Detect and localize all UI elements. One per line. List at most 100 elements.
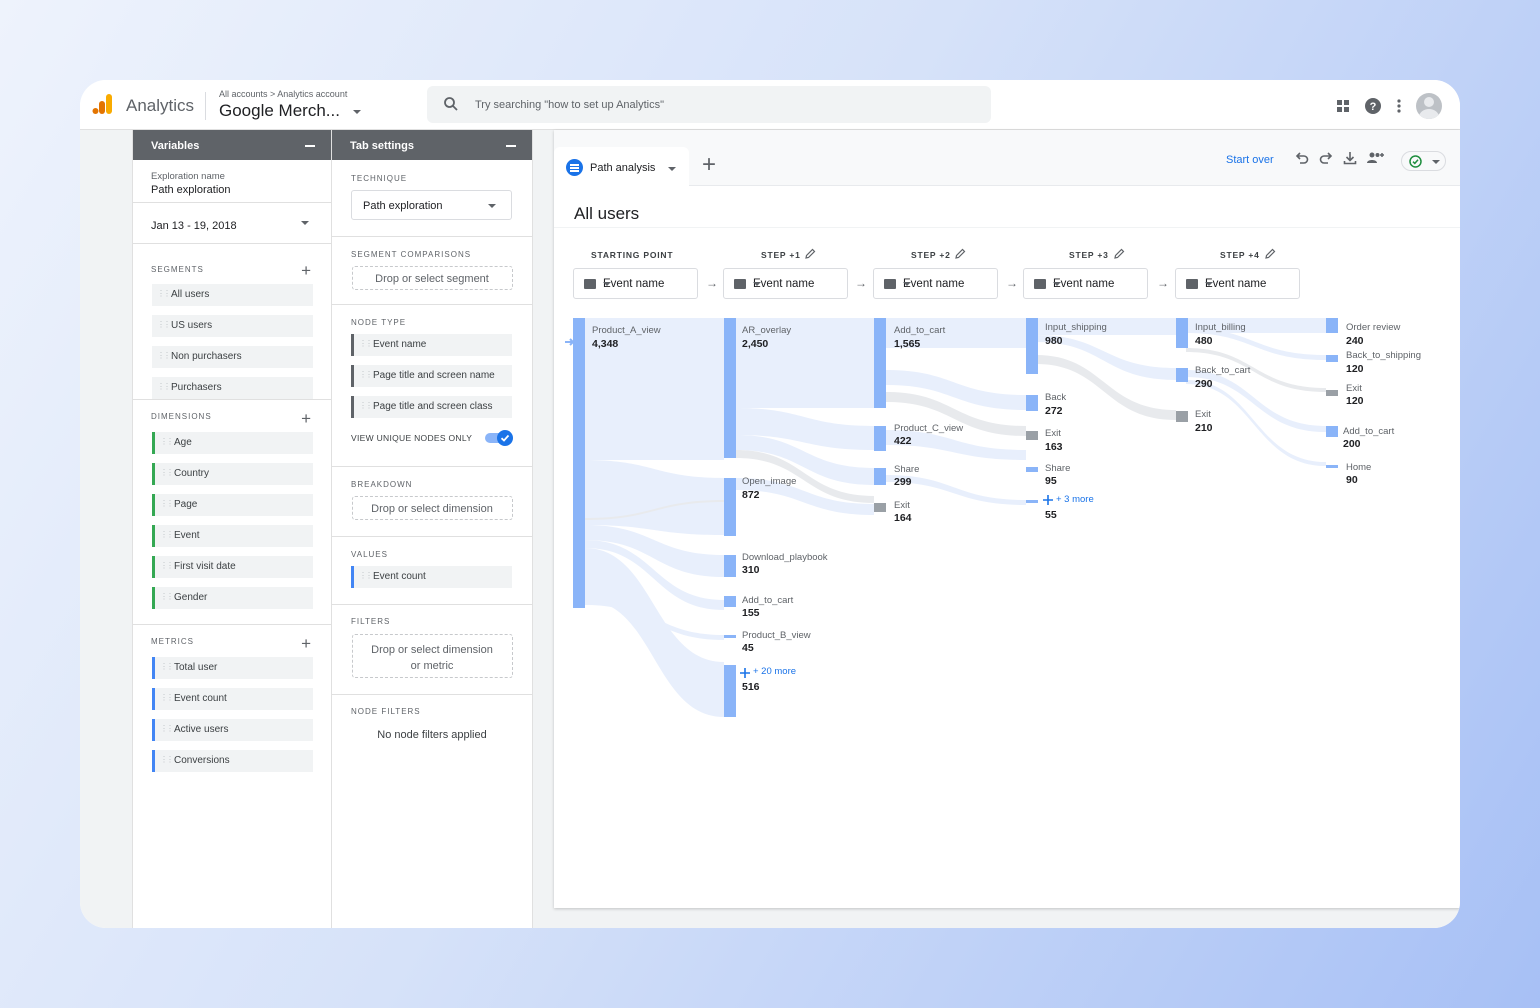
segment-chip[interactable]: All users xyxy=(152,284,313,306)
node-value: 155 xyxy=(742,607,760,619)
plus-icon xyxy=(740,668,750,678)
node-bar xyxy=(1026,318,1038,374)
filters-drop-zone[interactable]: Drop or select dimension or metric xyxy=(351,634,513,678)
node-value: 480 xyxy=(1195,335,1213,347)
metrics-section: METRICS + Total user Event count Active … xyxy=(133,625,331,772)
search-placeholder: Try searching "how to set up Analytics" xyxy=(475,99,664,111)
metric-chip[interactable]: Active users xyxy=(152,719,313,741)
segment-chip[interactable]: Purchasers xyxy=(152,377,313,399)
property-selector[interactable]: Google Merch... xyxy=(219,101,361,121)
segment-chip[interactable]: US users xyxy=(152,315,313,337)
dimension-chip[interactable]: Age xyxy=(152,432,313,454)
dimension-chip[interactable]: Country xyxy=(152,463,313,485)
unique-nodes-toggle[interactable] xyxy=(485,430,513,446)
node-bar xyxy=(874,503,886,512)
metric-chip[interactable]: Event count xyxy=(152,688,313,710)
node-bar xyxy=(1026,500,1038,503)
metric-chip[interactable]: Conversions xyxy=(152,750,313,772)
node-label: Add_to_cart xyxy=(742,595,794,606)
tab-settings-title: Tab settings xyxy=(350,140,414,152)
exploration-name-section: Exploration name Path exploration xyxy=(133,160,331,203)
path-diagram xyxy=(565,318,1338,717)
node-value: 120 xyxy=(1346,395,1364,407)
svg-text:?: ? xyxy=(1370,101,1377,113)
node-filters-text: No node filters applied xyxy=(377,729,487,741)
breakdown-title: BREAKDOWN xyxy=(351,480,413,489)
minimize-icon[interactable] xyxy=(506,145,516,147)
variables-panel: Variables Exploration name Path explorat… xyxy=(132,130,332,928)
node-bar xyxy=(1326,426,1338,437)
dimension-chip[interactable]: Gender xyxy=(152,587,313,609)
node-bar xyxy=(724,635,736,638)
avatar[interactable] xyxy=(1416,93,1442,119)
node-value: 164 xyxy=(894,512,912,524)
variables-header: Variables xyxy=(133,130,331,160)
date-range-picker[interactable]: Jan 13 - 19, 2018 xyxy=(133,203,331,244)
search-bar[interactable]: Try searching "how to set up Analytics" xyxy=(427,86,991,123)
top-bar: Analytics All accounts > Analytics accou… xyxy=(80,80,1460,130)
node-label: AR_overlay xyxy=(742,325,792,336)
node-value: 95 xyxy=(1045,475,1057,487)
breakdown-drop-zone[interactable]: Drop or select dimension xyxy=(351,496,513,520)
node-bar xyxy=(724,555,736,577)
node-label: Exit xyxy=(1045,428,1061,439)
node-type-chip[interactable]: Page title and screen class xyxy=(351,396,512,418)
technique-value: Path exploration xyxy=(363,200,443,212)
node-label: Share xyxy=(1045,463,1071,474)
node-label: Share xyxy=(894,464,920,475)
date-range-value: Jan 13 - 19, 2018 xyxy=(151,220,237,232)
search-icon xyxy=(444,97,458,111)
more-nodes-link[interactable]: + 3 more xyxy=(1056,494,1094,505)
filters-drop-text: Drop or select dimension xyxy=(371,644,493,656)
node-bar xyxy=(1326,465,1338,468)
node-value: 310 xyxy=(742,564,760,576)
node-filters-title: NODE FILTERS xyxy=(351,707,421,716)
exploration-name-input[interactable]: Path exploration xyxy=(151,184,331,196)
segment-chip[interactable]: Non purchasers xyxy=(152,346,313,368)
node-bar xyxy=(1026,395,1038,411)
help-icon[interactable]: ? xyxy=(1364,97,1382,115)
node-bar xyxy=(1026,431,1038,440)
app-name: Analytics xyxy=(126,96,195,115)
more-nodes-link[interactable]: + 20 more xyxy=(753,666,796,677)
technique-select[interactable]: Path exploration xyxy=(351,190,512,220)
node-bar xyxy=(724,665,736,717)
chevron-down-icon xyxy=(301,221,309,225)
node-value: 272 xyxy=(1045,405,1063,417)
node-bar xyxy=(1176,318,1188,348)
node-type-chip[interactable]: Event name xyxy=(351,334,512,356)
node-label: Exit xyxy=(894,500,910,511)
node-label: Exit xyxy=(1346,383,1362,394)
dimension-chip[interactable]: First visit date xyxy=(152,556,313,578)
breadcrumb[interactable]: All accounts > Analytics account xyxy=(219,89,347,99)
node-bar xyxy=(724,596,736,607)
add-dimension-icon[interactable]: + xyxy=(301,410,311,427)
flow xyxy=(585,460,724,535)
node-label: Back_to_cart xyxy=(1195,365,1251,376)
analytics-logo-icon[interactable] xyxy=(92,92,114,121)
dimension-chip[interactable]: Event xyxy=(152,525,313,547)
flows xyxy=(585,318,1326,717)
node-label: Exit xyxy=(1195,409,1211,420)
minimize-icon[interactable] xyxy=(305,145,315,147)
node-value: 516 xyxy=(742,681,760,693)
add-metric-icon[interactable]: + xyxy=(301,635,311,652)
values-section: VALUES Event count xyxy=(332,537,532,605)
divider xyxy=(205,92,206,120)
breakdown-section: BREAKDOWN Drop or select dimension xyxy=(332,467,532,537)
segment-drop-zone[interactable]: Drop or select segment xyxy=(351,266,513,290)
value-chip[interactable]: Event count xyxy=(351,566,512,588)
dimension-chip[interactable]: Page xyxy=(152,494,313,516)
node-value: 299 xyxy=(894,476,912,488)
metric-chip[interactable]: Total user xyxy=(152,657,313,679)
filters-drop-text: or metric xyxy=(410,660,454,672)
apps-grid-icon[interactable] xyxy=(1336,99,1350,113)
more-vert-icon[interactable] xyxy=(1396,98,1402,114)
node-value: 120 xyxy=(1346,363,1364,375)
chevron-down-icon xyxy=(352,109,361,114)
node-bar xyxy=(1326,318,1338,333)
add-segment-icon[interactable]: + xyxy=(301,262,311,279)
node-value: 2,450 xyxy=(742,338,769,350)
tab-settings-panel: Tab settings TECHNIQUE Path exploration … xyxy=(332,130,533,928)
node-type-chip[interactable]: Page title and screen name xyxy=(351,365,512,387)
